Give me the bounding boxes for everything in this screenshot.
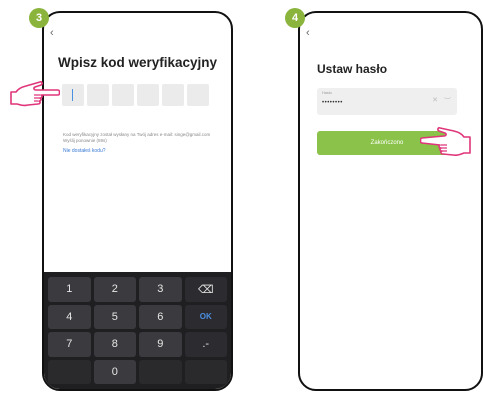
step-badge-4: 4	[285, 8, 305, 28]
code-digit-box[interactable]	[62, 84, 84, 106]
key-dot-dash[interactable]: .-	[184, 332, 227, 357]
pointing-hand-icon	[10, 81, 60, 107]
numeric-keyboard: 1 2 3 ⌫ 4 5 6 OK 7 8 9 .- 0	[44, 272, 231, 389]
page-title: Ustaw hasło	[317, 62, 388, 76]
verification-code-input[interactable]	[62, 84, 209, 106]
key-9[interactable]: 9	[139, 332, 182, 357]
eye-hidden-icon[interactable]: ︶	[444, 96, 451, 106]
key-2[interactable]: 2	[93, 277, 136, 302]
key-5[interactable]: 5	[93, 304, 136, 329]
key-7[interactable]: 7	[48, 332, 91, 357]
backspace-icon[interactable]: ⌫	[184, 277, 227, 302]
key-blank	[184, 359, 227, 384]
key-3[interactable]: 3	[139, 277, 182, 302]
clear-icon[interactable]: ✕	[432, 96, 438, 106]
code-digit-box[interactable]	[187, 84, 209, 106]
key-ok[interactable]: OK	[184, 304, 227, 329]
phone-verification-screen: ‹ Wpisz kod weryfikacyjny Kod weryfikacy…	[42, 11, 233, 391]
code-digit-box[interactable]	[112, 84, 134, 106]
chevron-left-icon[interactable]: ‹	[50, 27, 54, 39]
key-4[interactable]: 4	[48, 304, 91, 329]
step-badge-3: 3	[29, 8, 49, 28]
password-label: Hasło	[322, 91, 332, 95]
phone-set-password-screen: ‹ Ustaw hasło Hasło •••••••• ✕ ︶ Zakończ…	[298, 11, 483, 391]
pointing-hand-icon	[420, 127, 471, 157]
key-blank	[48, 359, 91, 384]
key-1[interactable]: 1	[48, 277, 91, 302]
code-digit-box[interactable]	[162, 84, 184, 106]
password-value: ••••••••	[322, 100, 343, 106]
resend-code-link[interactable]: Nie dostałeś kodu?	[63, 148, 106, 154]
page-title: Wpisz kod weryfikacyjny	[57, 55, 218, 70]
key-blank	[139, 359, 182, 384]
key-6[interactable]: 6	[139, 304, 182, 329]
code-digit-box[interactable]	[137, 84, 159, 106]
key-0[interactable]: 0	[93, 359, 136, 384]
key-8[interactable]: 8	[93, 332, 136, 357]
verification-info-text: Kod weryfikacyjny został wysłany na Twój…	[63, 132, 211, 143]
password-field-icons: ✕ ︶	[432, 96, 451, 106]
chevron-left-icon[interactable]: ‹	[306, 27, 310, 39]
password-field[interactable]: Hasło •••••••• ✕ ︶	[317, 88, 457, 115]
code-digit-box[interactable]	[87, 84, 109, 106]
